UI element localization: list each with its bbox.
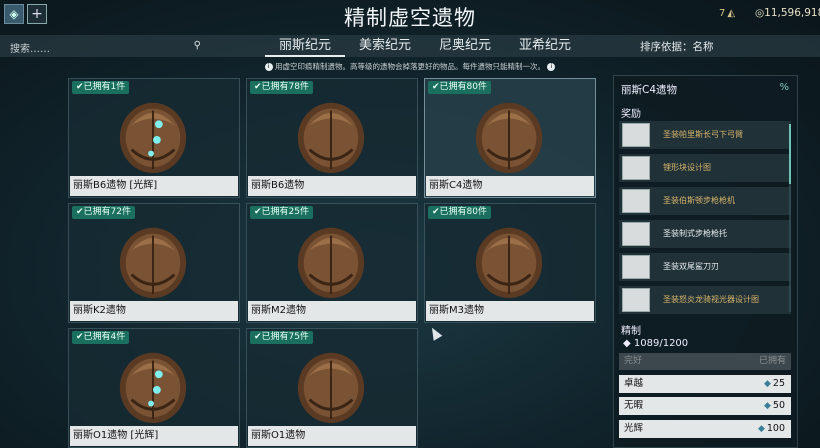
refine-cost: ◆ 25 [763, 378, 785, 389]
tab-axi[interactable]: 亚希纪元 [505, 35, 585, 57]
relic-icon [297, 102, 365, 173]
relic-icon [119, 352, 187, 423]
relic-card[interactable]: ✔已拥有80件 丽斯M3遗物 [424, 203, 596, 323]
tab-lith[interactable]: 丽斯纪元 [265, 35, 345, 57]
info-line: i 用虚空印痕精制遗物。高等级的遗物会掉落更好的物品。每件遗物只能精制一次。 i [0, 61, 820, 72]
reward-item[interactable]: 圣装怒炎龙骑视光器设计图 [619, 286, 791, 314]
reward-name: 圣装伯斯顿步枪枪机 [663, 196, 735, 205]
reward-item[interactable]: 圣装帕里斯长弓下弓臂 [619, 121, 791, 149]
relic-icon [297, 227, 365, 298]
info-icon: i [264, 63, 273, 71]
credits-balance: ◎11,596,918 [755, 7, 820, 19]
reward-thumb-icon [622, 222, 650, 246]
top-bar: ◈ + 精制虚空遗物 7 ◭ ◎11,596,918 [0, 0, 820, 34]
relic-icon [119, 227, 187, 298]
refinement-status: 完好 已拥有 [619, 353, 791, 370]
tab-meso[interactable]: 美索纪元 [345, 35, 425, 57]
relic-card-selected[interactable]: ✔已拥有80件 丽斯C4遗物 [424, 78, 596, 198]
reward-thumb-icon [622, 288, 650, 312]
relic-name: 丽斯M2遗物 [248, 301, 416, 321]
relic-icon [475, 227, 543, 298]
reward-name: 圣装帕里斯长弓下弓臂 [663, 130, 743, 139]
relic-icon [475, 102, 543, 173]
reward-name: 圣装制式步枪枪托 [663, 229, 727, 238]
refine-option-radiant[interactable]: 光辉 ◆ 100 [619, 420, 791, 438]
void-trace-icon: ◆ [757, 424, 765, 434]
search-icon[interactable]: ⚲ [194, 40, 201, 51]
help-icon[interactable]: i [547, 63, 556, 71]
info-text: 用虚空印痕精制遗物。高等级的遗物会掉落更好的物品。每件遗物只能精制一次。 [275, 62, 545, 71]
refine-cost: ◆ 100 [757, 423, 785, 434]
reward-name: 圣装双尾鲨刀刃 [663, 262, 719, 271]
reward-item[interactable]: 圣装制式步枪枪托 [619, 220, 791, 248]
tab-neo[interactable]: 尼奥纪元 [425, 35, 505, 57]
refine-cost: ◆ 50 [763, 400, 785, 411]
relic-detail-panel: 丽斯C4遗物 % 奖励 圣装帕里斯长弓下弓臂 锂形块设计图 圣装伯斯顿步枪枪机 … [613, 75, 798, 448]
status-owned: 已拥有 [705, 353, 791, 370]
relic-name: 丽斯O1遗物 [248, 426, 416, 446]
status-intact: 完好 [619, 353, 705, 370]
relic-card[interactable]: ✔已拥有75件 丽斯O1遗物 [246, 328, 418, 448]
reward-item[interactable]: 圣装伯斯顿步枪枪机 [619, 187, 791, 215]
reward-thumb-icon [622, 255, 650, 279]
percent-toggle[interactable]: % [779, 82, 789, 93]
reward-name: 锂形块设计图 [663, 163, 711, 172]
relic-card[interactable]: ✔已拥有4件 丽斯O1遗物 [光辉] [68, 328, 240, 448]
filter-bar: ⚲ 丽斯纪元 美索纪元 尼奥纪元 亚希纪元 排序依据：名称 [0, 35, 820, 59]
rewards-scrollbar-thumb[interactable] [789, 124, 791, 184]
void-trace-icon: ◆ [763, 379, 771, 389]
platinum-icon: ◭ [727, 8, 736, 19]
platinum-balance: 7 ◭ [719, 8, 735, 19]
void-trace-icon: ◆ [763, 401, 771, 411]
relic-card[interactable]: ✔已拥有72件 丽斯K2遗物 [68, 203, 240, 323]
page-title: 精制虚空遗物 [344, 6, 476, 30]
reward-item[interactable]: 锂形块设计图 [619, 154, 791, 182]
panel-title: 丽斯C4遗物 [621, 84, 678, 96]
relic-name: 丽斯O1遗物 [光辉] [70, 426, 238, 446]
reward-item[interactable]: 圣装双尾鲨刀刃 [619, 253, 791, 281]
credits-icon: ◎ [755, 7, 765, 19]
relic-name: 丽斯K2遗物 [70, 301, 238, 321]
relic-name: 丽斯B6遗物 [248, 176, 416, 196]
relic-name: 丽斯B6遗物 [光辉] [70, 176, 238, 196]
relic-icon [297, 352, 365, 423]
relic-card[interactable]: ✔已拥有25件 丽斯M2遗物 [246, 203, 418, 323]
void-traces-count: ◆ 1089/1200 [623, 338, 689, 349]
void-trace-icon: ◆ [623, 338, 631, 349]
refine-option-flawless[interactable]: 无暇 ◆ 50 [619, 397, 791, 415]
relic-card[interactable]: ✔已拥有1件 丽斯B6遗物 [光辉] [68, 78, 240, 198]
search-box: ⚲ [4, 37, 209, 59]
sort-dropdown[interactable]: 排序依据：名称 [640, 39, 714, 54]
era-tabs: 丽斯纪元 美索纪元 尼奥纪元 亚希纪元 [265, 35, 585, 57]
relic-icon [119, 102, 187, 173]
relic-grid: ✔已拥有1件 丽斯B6遗物 [光辉] ✔已拥有78件 丽斯B6遗物 ✔已拥有80… [68, 78, 596, 448]
reward-thumb-icon [622, 156, 650, 180]
platinum-amount: 7 [719, 8, 726, 19]
credits-amount: 11,596,918 [764, 7, 820, 19]
refine-option-exceptional[interactable]: 卓越 ◆ 25 [619, 375, 791, 393]
reward-thumb-icon [622, 189, 650, 213]
rewards-title: 奖励 [621, 109, 641, 120]
relic-name: 丽斯M3遗物 [426, 301, 594, 321]
reward-name: 圣装怒炎龙骑视光器设计图 [663, 295, 759, 304]
refine-title: 精制 [621, 326, 641, 337]
reward-thumb-icon [622, 123, 650, 147]
relic-name: 丽斯C4遗物 [426, 176, 594, 196]
search-input[interactable] [4, 40, 209, 59]
relic-card[interactable]: ✔已拥有78件 丽斯B6遗物 [246, 78, 418, 198]
rewards-list: 圣装帕里斯长弓下弓臂 锂形块设计图 圣装伯斯顿步枪枪机 圣装制式步枪枪托 圣装双… [619, 121, 791, 319]
